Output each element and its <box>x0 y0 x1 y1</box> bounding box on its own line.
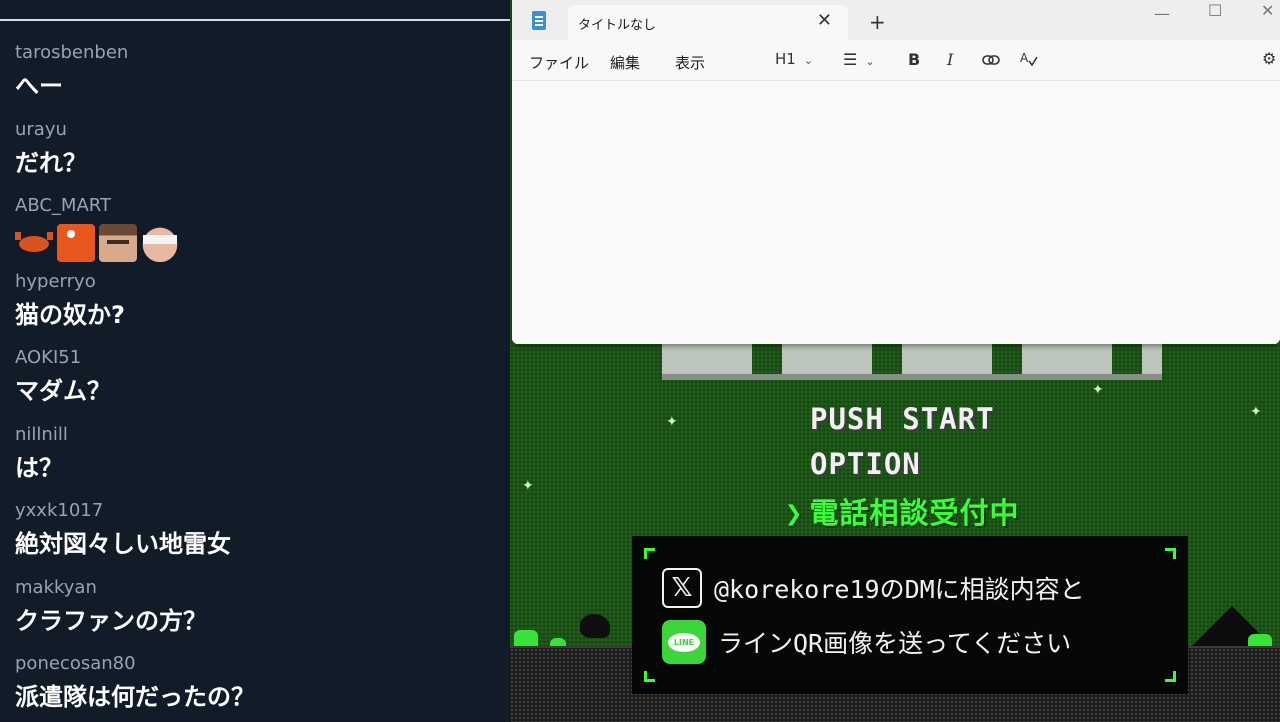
heading-label: H1 <box>775 50 796 68</box>
new-tab-icon[interactable]: + <box>869 10 886 34</box>
chat-message: urayu だれ？ <box>15 119 87 179</box>
text-editor-area[interactable] <box>512 81 1280 344</box>
heading-dropdown[interactable]: H1 ⌄ <box>775 50 813 68</box>
line-contact-text: ラインQR画像を送ってください <box>718 629 1072 658</box>
menu-option[interactable]: OPTION <box>810 447 921 481</box>
chevron-down-icon: ⌄ <box>865 55 875 68</box>
tab-close-icon[interactable]: ✕ <box>817 10 832 31</box>
chat-message: makkyan クラファンの方？ <box>15 577 207 637</box>
box-corner <box>644 548 655 559</box>
sparkle-icon: ✦ <box>666 414 678 430</box>
bandana-face-emote <box>141 224 179 262</box>
menu-phone-consultation[interactable]: ❯ 電話相談受付中 <box>785 490 1019 532</box>
notepad-window: タイトルなし ✕ + — ☐ ✕ ファイル 編集 表示 H1 ⌄ ☰ ⌄ B I A… <box>512 0 1280 344</box>
chat-message: yxxk1017 絶対図々しい地雷女 <box>15 500 231 560</box>
chat-message: tarosbenben へー <box>15 42 128 102</box>
contact-info-box: 𝕏 @korekore19のDMに相談内容と LINE ラインQR画像を送ってく… <box>632 536 1188 694</box>
maximize-icon[interactable]: ☐ <box>1208 1 1222 20</box>
title-bar[interactable]: タイトルなし ✕ + — ☐ ✕ <box>512 0 1280 40</box>
line-contact-row: LINE ラインQR画像を送ってください <box>662 620 1071 664</box>
chat-message: ABC_MART <box>15 195 179 262</box>
notepad-app-icon <box>532 11 546 30</box>
chat-username[interactable]: makkyan <box>15 577 207 599</box>
chat-username[interactable]: tarosbenben <box>15 42 128 64</box>
crow-sprite <box>580 614 610 638</box>
bush-sprite <box>514 630 538 646</box>
menu-phone-consultation-label: 電話相談受付中 <box>809 496 1020 530</box>
chat-username[interactable]: yxxk1017 <box>15 500 231 522</box>
chat-text: クラファンの方？ <box>15 607 207 635</box>
chat-top-divider <box>0 19 510 21</box>
x-contact-text: @korekore19のDMに相談内容と <box>714 575 1085 604</box>
bush-sprite <box>550 638 566 646</box>
minimize-icon[interactable]: — <box>1154 4 1170 23</box>
box-corner <box>1165 671 1176 682</box>
chat-message: AOKI51 マダム？ <box>15 347 111 407</box>
menu-push-start[interactable]: PUSH START <box>810 402 995 436</box>
spellcheck-icon[interactable]: A <box>1020 50 1038 72</box>
chat-text: だれ？ <box>15 149 87 177</box>
sparkle-icon: ✦ <box>522 478 534 494</box>
line-logo-text: LINE <box>667 632 701 652</box>
list-icon: ☰ <box>843 50 858 69</box>
chat-username[interactable]: ABC_MART <box>15 195 179 217</box>
menu-bar: ファイル 編集 表示 H1 ⌄ ☰ ⌄ B I A ⚙ <box>512 40 1280 81</box>
chat-text: は？ <box>15 454 63 482</box>
face-emote <box>99 224 137 262</box>
menu-file[interactable]: ファイル <box>529 52 589 73</box>
chat-username[interactable]: nillnill <box>15 424 68 446</box>
window-close-icon[interactable]: ✕ <box>1261 1 1274 20</box>
menu-edit[interactable]: 編集 <box>610 52 640 73</box>
x-contact-row: 𝕏 @korekore19のDMに相談内容と <box>662 568 1085 608</box>
settings-icon[interactable]: ⚙ <box>1262 49 1276 68</box>
italic-button[interactable]: I <box>947 50 953 69</box>
chevron-down-icon: ⌄ <box>803 54 814 67</box>
sparkle-icon: ✦ <box>1250 404 1262 420</box>
selector-arrow-icon: ❯ <box>785 496 804 530</box>
chat-text: 猫の奴か? <box>15 301 125 329</box>
chat-username[interactable]: ponecosan80 <box>15 653 255 675</box>
tab-untitled[interactable]: タイトルなし ✕ <box>568 5 848 40</box>
fish-emote <box>57 224 95 262</box>
game-logo-partial <box>662 340 1162 380</box>
crab-emote <box>15 224 53 262</box>
sparkle-icon: ✦ <box>1092 382 1104 398</box>
chat-panel: tarosbenben へー urayu だれ？ ABC_MART hyperr… <box>0 0 510 720</box>
bold-button[interactable]: B <box>908 50 920 69</box>
chat-message: ponecosan80 派遣隊は何だったの？ <box>15 653 255 713</box>
chat-emotes <box>15 224 179 262</box>
chat-text: へー <box>15 72 63 100</box>
svg-text:A: A <box>1020 51 1029 65</box>
chat-text: 派遣隊は何だったの？ <box>15 683 255 711</box>
menu-view[interactable]: 表示 <box>675 52 705 73</box>
chat-text: マダム？ <box>15 377 111 405</box>
box-corner <box>644 671 655 682</box>
chat-username[interactable]: urayu <box>15 119 87 141</box>
box-corner <box>1165 548 1176 559</box>
link-icon[interactable] <box>982 52 1000 71</box>
bush-sprite <box>1248 634 1272 646</box>
chat-message: nillnill は？ <box>15 424 68 484</box>
tab-title: タイトルなし <box>578 18 657 33</box>
x-logo-icon: 𝕏 <box>662 568 702 608</box>
chat-username[interactable]: AOKI51 <box>15 347 111 369</box>
chat-text: 絶対図々しい地雷女 <box>15 530 231 558</box>
line-logo-icon: LINE <box>662 620 706 664</box>
chat-message: hyperryo 猫の奴か? <box>15 271 125 331</box>
chat-username[interactable]: hyperryo <box>15 271 125 293</box>
list-dropdown[interactable]: ☰ ⌄ <box>843 50 875 69</box>
